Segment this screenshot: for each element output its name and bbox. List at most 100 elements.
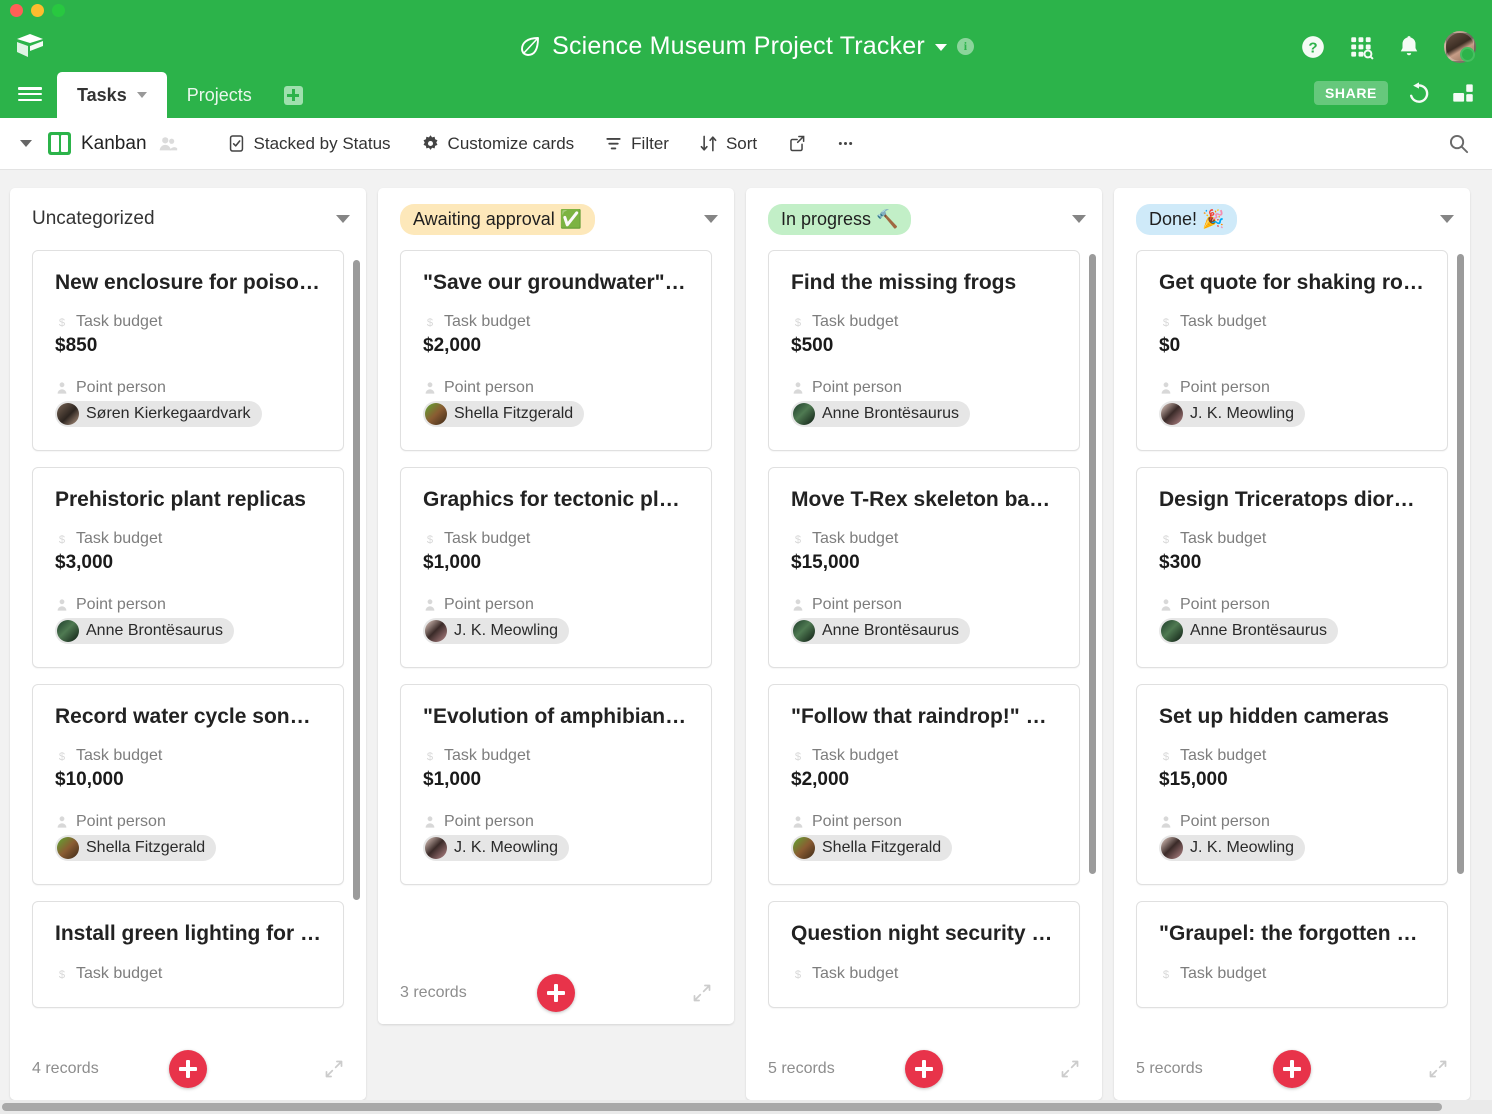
horizontal-scrollbar-thumb[interactable]	[2, 1103, 1442, 1111]
filter-icon	[604, 134, 623, 153]
search-icon[interactable]	[1447, 132, 1470, 155]
card-title: Move T-Rex skeleton ba…	[791, 488, 1057, 512]
point-person-chip[interactable]: Shella Fitzgerald	[791, 835, 952, 861]
history-undo-icon[interactable]	[1406, 80, 1432, 106]
horizontal-scrollbar[interactable]	[0, 1100, 1492, 1114]
table-tabstrip: Tasks Projects SHARE	[0, 72, 1492, 118]
kanban-card[interactable]: "Evolution of amphibians… $Task budget$1…	[400, 684, 712, 885]
expand-stack-icon[interactable]	[692, 983, 712, 1003]
stack-footer: 5 records	[1114, 1038, 1470, 1100]
avatar	[425, 403, 447, 425]
svg-text:$: $	[795, 969, 802, 981]
add-record-button[interactable]	[905, 1050, 943, 1088]
expand-stack-icon[interactable]	[324, 1059, 344, 1079]
currency-icon: $	[1159, 966, 1173, 982]
point-person-chip[interactable]: Anne Brontësaurus	[55, 618, 234, 644]
stack-chevron-down-icon[interactable]	[704, 215, 718, 223]
share-button[interactable]: SHARE	[1314, 81, 1388, 105]
expand-stack-icon[interactable]	[1428, 1059, 1448, 1079]
kanban-card[interactable]: Prehistoric plant replicas $Task budget$…	[32, 467, 344, 668]
stack-footer: 4 records	[10, 1038, 366, 1100]
view-name-label[interactable]: Kanban	[81, 133, 147, 155]
info-icon[interactable]: i	[957, 38, 974, 55]
kanban-icon[interactable]	[48, 132, 71, 155]
sidebar-toggle-chevron-down-icon[interactable]	[20, 140, 32, 147]
task-budget-label: $Task budget	[423, 530, 689, 548]
airtable-logo-icon[interactable]	[14, 30, 46, 62]
tab-projects[interactable]: Projects	[167, 72, 272, 118]
apps-search-icon[interactable]	[1348, 34, 1374, 60]
menu-icon[interactable]	[18, 84, 42, 104]
task-budget-value: $500	[791, 335, 1057, 357]
stack-footer: 5 records	[746, 1038, 1102, 1100]
add-record-button[interactable]	[1273, 1050, 1311, 1088]
kanban-card[interactable]: Get quote for shaking ro… $Task budget$0…	[1136, 250, 1448, 451]
point-person-chip[interactable]: Anne Brontësaurus	[791, 618, 970, 644]
kanban-card[interactable]: Set up hidden cameras $Task budget$15,00…	[1136, 684, 1448, 885]
expand-stack-icon[interactable]	[1060, 1059, 1080, 1079]
kanban-card[interactable]: Move T-Rex skeleton ba… $Task budget$15,…	[768, 467, 1080, 668]
point-person-chip[interactable]: J. K. Meowling	[423, 618, 569, 644]
point-person-label: Point person	[1159, 596, 1425, 614]
currency-icon: $	[55, 531, 69, 547]
stack-card-list[interactable]: New enclosure for poiso… $Task budget$85…	[10, 250, 366, 1038]
close-window-button[interactable]	[10, 4, 23, 17]
add-record-button[interactable]	[169, 1050, 207, 1088]
status-badge: Done! 🎉	[1136, 204, 1237, 235]
point-person-chip[interactable]: Shella Fitzgerald	[55, 835, 216, 861]
vertical-scrollbar[interactable]	[1089, 254, 1096, 874]
point-person-chip[interactable]: J. K. Meowling	[1159, 401, 1305, 427]
add-table-button[interactable]	[272, 72, 315, 118]
stack-chevron-down-icon[interactable]	[336, 215, 350, 223]
kanban-card[interactable]: New enclosure for poiso… $Task budget$85…	[32, 250, 344, 451]
point-person-chip[interactable]: J. K. Meowling	[423, 835, 569, 861]
tab-chevron-down-icon[interactable]	[137, 92, 147, 98]
stack-chevron-down-icon[interactable]	[1440, 215, 1454, 223]
maximize-window-button[interactable]	[52, 4, 65, 17]
stack-card-list[interactable]: Find the missing frogs $Task budget$500 …	[746, 250, 1102, 1038]
collaborators-icon[interactable]	[157, 133, 179, 155]
tab-tasks[interactable]: Tasks	[57, 72, 167, 118]
kanban-card[interactable]: Install green lighting for … $Task budge…	[32, 901, 344, 1007]
svg-text:$: $	[59, 969, 66, 981]
notifications-bell-icon[interactable]	[1396, 34, 1422, 60]
point-person-chip[interactable]: Anne Brontësaurus	[791, 401, 970, 427]
card-title: Design Triceratops diora…	[1159, 488, 1425, 512]
kanban-card[interactable]: Find the missing frogs $Task budget$500 …	[768, 250, 1080, 451]
add-record-button[interactable]	[537, 974, 575, 1012]
sort-button[interactable]: Sort	[699, 134, 757, 154]
currency-icon: $	[423, 314, 437, 330]
stacked-by-status-button[interactable]: Stacked by Status	[227, 134, 391, 154]
kanban-card[interactable]: Design Triceratops diora… $Task budget$3…	[1136, 467, 1448, 668]
stack-card-list[interactable]: Get quote for shaking ro… $Task budget$0…	[1114, 250, 1470, 1038]
kanban-card[interactable]: "Save our groundwater" … $Task budget$2,…	[400, 250, 712, 451]
point-person-label: Point person	[1159, 379, 1425, 397]
help-icon[interactable]: ?	[1300, 34, 1326, 60]
point-person-chip[interactable]: Shella Fitzgerald	[423, 401, 584, 427]
kanban-card[interactable]: Question night security s… $Task budget	[768, 901, 1080, 1007]
point-person-chip[interactable]: Anne Brontësaurus	[1159, 618, 1338, 644]
vertical-scrollbar[interactable]	[1457, 254, 1464, 874]
point-person-chip[interactable]: Søren Kierkegaardvark	[55, 401, 262, 427]
kanban-card[interactable]: "Follow that raindrop!" vi… $Task budget…	[768, 684, 1080, 885]
kanban-card[interactable]: Record water cycle song… $Task budget$10…	[32, 684, 344, 885]
more-options-button[interactable]	[836, 134, 855, 153]
task-budget-label: $Task budget	[55, 530, 321, 548]
avatar[interactable]	[1444, 31, 1476, 63]
gear-icon	[421, 134, 440, 153]
kanban-card[interactable]: "Graupel: the forgotten p… $Task budget	[1136, 901, 1448, 1007]
point-person-chip[interactable]: J. K. Meowling	[1159, 835, 1305, 861]
share-view-button[interactable]	[787, 134, 806, 153]
kanban-card[interactable]: Graphics for tectonic pla… $Task budget$…	[400, 467, 712, 668]
customize-cards-button[interactable]: Customize cards	[421, 134, 575, 154]
svg-text:$: $	[795, 317, 802, 329]
minimize-window-button[interactable]	[31, 4, 44, 17]
base-chevron-down-icon[interactable]	[935, 44, 947, 51]
stack-chevron-down-icon[interactable]	[1072, 215, 1086, 223]
vertical-scrollbar[interactable]	[353, 260, 360, 900]
avatar	[1161, 620, 1183, 642]
filter-button[interactable]: Filter	[604, 134, 669, 154]
point-person-label: Point person	[55, 379, 321, 397]
apps-blocks-icon[interactable]	[1450, 80, 1476, 106]
stack-card-list[interactable]: "Save our groundwater" … $Task budget$2,…	[378, 250, 734, 962]
